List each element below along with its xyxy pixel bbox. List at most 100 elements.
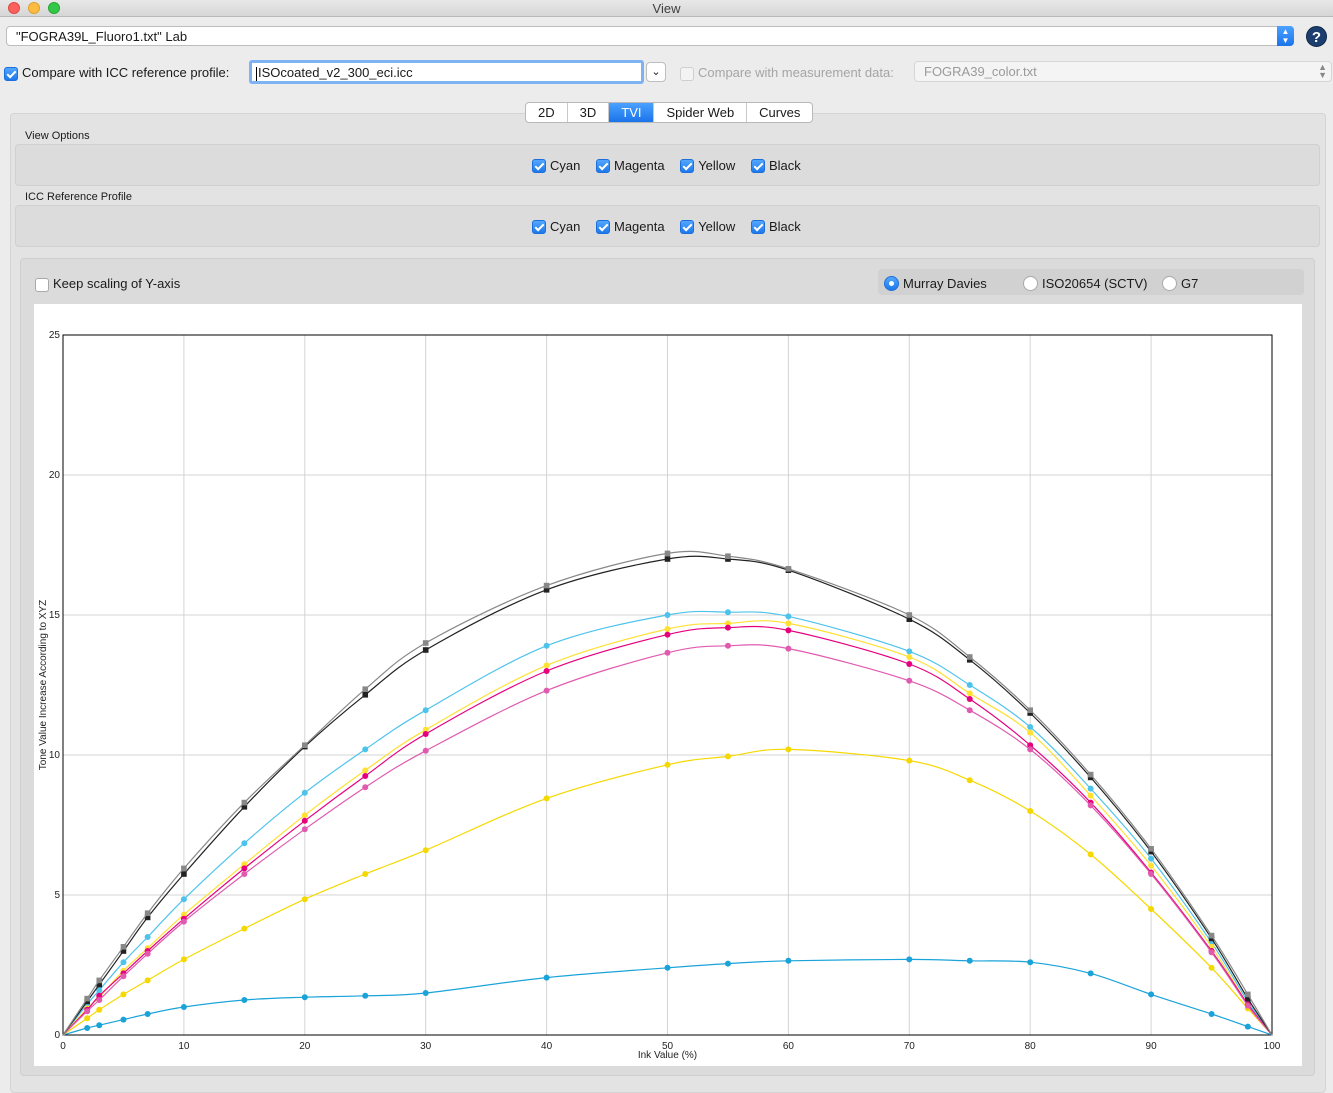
icc-magenta-label: Magenta: [613, 219, 665, 234]
series-point-7: [906, 612, 913, 618]
series-point-0: [84, 1025, 91, 1031]
series-point-5: [1027, 746, 1034, 753]
series-point-4: [664, 631, 671, 638]
x-tick-label: 80: [1025, 1041, 1037, 1052]
x-tick-label: 100: [1264, 1041, 1281, 1052]
series-point-2: [84, 1015, 91, 1022]
x-axis-label: Ink Value (%): [638, 1050, 697, 1061]
series-point-1: [1148, 855, 1155, 862]
series-point-7: [1087, 771, 1094, 778]
compare-measurement-label: Compare with measurement data:: [698, 65, 894, 80]
y-tick-label: 20: [49, 470, 61, 481]
tab-tvi[interactable]: TVI: [609, 103, 655, 122]
series-point-3: [966, 690, 973, 697]
radio-murray-davies[interactable]: [884, 276, 899, 292]
series-point-0: [1148, 991, 1155, 998]
view-cyan-checkbox[interactable]: Cyan: [532, 158, 580, 173]
series-point-0: [1208, 1011, 1215, 1017]
x-tick-label: 40: [541, 1041, 553, 1052]
view-yellow-checkbox[interactable]: Yellow: [680, 158, 735, 173]
chevron-up-down-icon[interactable]: ▲ ▼: [1277, 26, 1294, 46]
series-point-2: [241, 925, 248, 932]
radio-murray-davies-label: Murray Davies: [903, 276, 987, 291]
radio-g7[interactable]: [1162, 276, 1177, 292]
tab-2d[interactable]: 2D: [526, 103, 568, 122]
series-point-5: [422, 747, 429, 754]
series-point-2: [785, 746, 792, 753]
series-point-1: [144, 934, 151, 940]
view-tabs: 2D 3D TVI Spider Web Curves: [525, 102, 814, 123]
series-point-0: [96, 1022, 103, 1029]
radio-iso20654[interactable]: [1023, 276, 1038, 292]
series-point-1: [785, 613, 792, 620]
y-tick-label: 0: [54, 1030, 60, 1041]
series-point-7: [1148, 846, 1154, 852]
series-point-0: [1027, 959, 1034, 966]
compare-icc-checkbox[interactable]: [4, 65, 18, 81]
view-options-title: View Options: [25, 130, 90, 142]
view-magenta-label: Magenta: [613, 158, 665, 173]
series-point-5: [96, 997, 103, 1003]
series-point-5: [1244, 1002, 1251, 1009]
compare-measurement-checkbox[interactable]: [680, 65, 694, 81]
keep-scaling-label: Keep scaling of Y-axis: [53, 276, 181, 291]
keep-scaling-checkbox[interactable]: [35, 276, 49, 292]
series-point-1: [241, 840, 248, 847]
y-tick-label: 15: [49, 610, 61, 621]
series-point-7: [144, 910, 151, 916]
series-point-0: [664, 964, 671, 971]
radio-iso20654-label: ISO20654 (SCTV): [1042, 276, 1148, 291]
series-point-7: [181, 865, 187, 872]
series-point-7: [1027, 707, 1033, 713]
icc-cyan-label: Cyan: [550, 219, 581, 234]
icc-black-label: Black: [768, 219, 801, 234]
series-point-7: [302, 742, 308, 748]
x-tick-label: 70: [904, 1041, 916, 1052]
series-point-3: [543, 662, 550, 669]
series-point-1: [1027, 724, 1034, 730]
series-point-7: [362, 686, 369, 692]
series-point-2: [724, 753, 731, 760]
series-point-0: [906, 956, 913, 963]
view-black-checkbox[interactable]: Black: [750, 158, 801, 173]
view-magenta-checkbox[interactable]: Magenta: [595, 158, 665, 173]
series-point-2: [1208, 964, 1215, 971]
series-point-6: [422, 647, 429, 653]
series-point-1: [664, 612, 671, 618]
series-point-7: [84, 995, 90, 1002]
series-point-2: [120, 991, 127, 998]
tab-curves[interactable]: Curves: [747, 103, 812, 122]
measurement-file-select[interactable]: "FOGRA39L_Fluoro1.txt" Lab ▲ ▼: [6, 26, 1294, 46]
tab-3d[interactable]: 3D: [568, 103, 610, 122]
series-point-4: [301, 817, 308, 824]
series-point-2: [96, 1006, 103, 1013]
y-tick-label: 5: [54, 890, 60, 901]
series-point-4: [422, 731, 429, 737]
series-point-5: [241, 871, 248, 877]
chevron-up-down-icon: ▲ ▼: [1318, 62, 1327, 80]
series-point-3: [1027, 729, 1034, 736]
tab-spider-web[interactable]: Spider Web: [654, 103, 748, 122]
chevron-down-icon[interactable]: ⌄: [646, 62, 666, 82]
series-point-4: [362, 773, 369, 779]
series-point-3: [1087, 792, 1094, 799]
measurement-data-select[interactable]: FOGRA39_color.txt ▲ ▼: [914, 61, 1332, 82]
icc-black-checkbox[interactable]: Black: [750, 219, 801, 234]
icc-reference-input[interactable]: ISOcoated_v2_300_eci.icc: [249, 60, 644, 84]
icc-magenta-checkbox[interactable]: Magenta: [595, 219, 665, 234]
series-point-5: [906, 677, 913, 684]
series-point-5: [180, 918, 187, 925]
series-point-1: [301, 789, 308, 796]
help-button[interactable]: ?: [1306, 26, 1327, 47]
radio-g7-label: G7: [1181, 276, 1199, 291]
series-point-4: [906, 661, 913, 667]
series-point-2: [362, 871, 369, 877]
series-point-5: [664, 649, 671, 656]
series-point-5: [785, 645, 792, 652]
tvi-chart: 0 10 20 30 40 50 60 70 80 90 1000510152025Ink Valu…: [38, 330, 1281, 1061]
series-point-0: [120, 1016, 127, 1023]
icc-yellow-checkbox[interactable]: Yellow: [680, 219, 735, 234]
series-point-1: [362, 746, 369, 753]
icc-cyan-checkbox[interactable]: Cyan: [532, 219, 580, 234]
series-point-5: [84, 1008, 91, 1015]
